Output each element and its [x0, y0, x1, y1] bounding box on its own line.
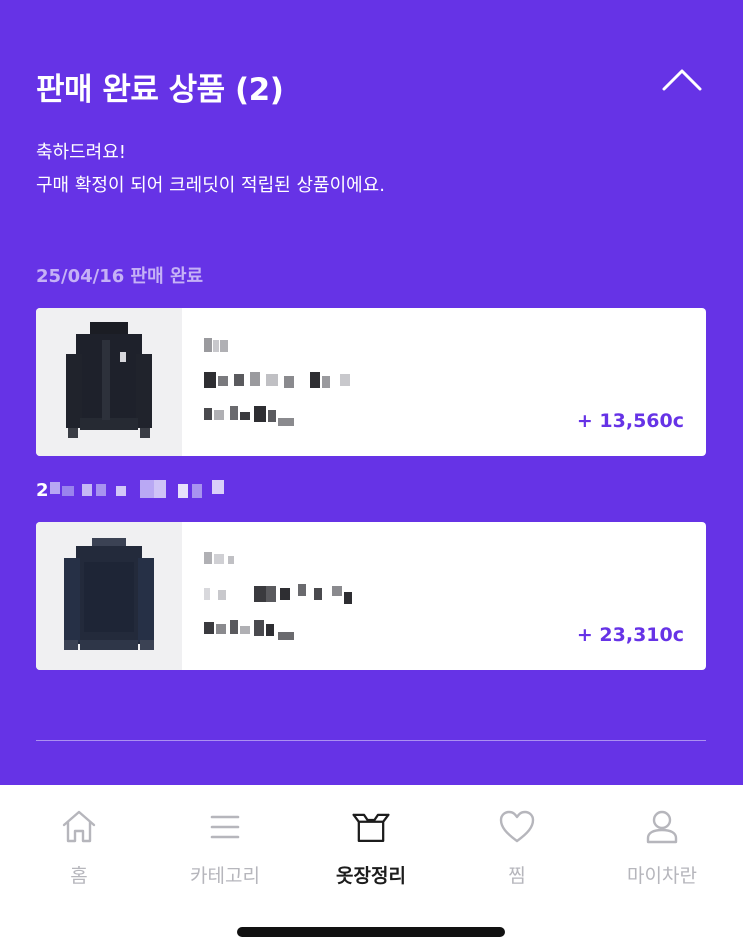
menu-icon — [205, 807, 245, 847]
navy-sweater-image — [64, 538, 154, 650]
tab-label: 마이차란 — [627, 865, 697, 887]
product-info-redacted — [204, 338, 350, 426]
tab-wishlist[interactable]: 찜 — [447, 807, 587, 897]
section-title: 판매 완료 상품 (2) — [36, 72, 284, 108]
home-icon — [59, 807, 99, 847]
home-indicator — [237, 927, 505, 937]
tab-category[interactable]: 카테고리 — [155, 807, 295, 897]
tab-home[interactable]: 홈 — [9, 807, 149, 897]
divider — [36, 740, 706, 741]
sold-item-card[interactable]: + 23,310c — [36, 522, 706, 670]
product-info-redacted — [204, 552, 352, 640]
credit-amount: + 13,560c — [576, 410, 684, 432]
chevron-up-icon — [662, 69, 702, 91]
box-icon — [351, 807, 391, 847]
congrats-message: 축하드려요! 구매 확정이 되어 크레딧이 적립된 상품이에요. — [36, 136, 385, 202]
message-line-1: 축하드려요! — [36, 142, 127, 163]
sale-date-redacted — [50, 480, 224, 498]
product-image — [36, 522, 182, 670]
heart-icon — [497, 807, 537, 847]
tab-label: 카테고리 — [190, 865, 260, 887]
product-image — [36, 308, 182, 456]
black-jacket-image — [66, 322, 152, 438]
tab-my-page[interactable]: 마이차란 — [592, 807, 732, 897]
sale-date-label: 25/04/16 판매 완료 — [36, 266, 204, 287]
credit-amount: + 23,310c — [576, 624, 684, 646]
tab-label: 찜 — [508, 865, 526, 887]
sold-items-panel: 판매 완료 상품 (2) 축하드려요! 구매 확정이 되어 크레딧이 적립된 상… — [0, 0, 743, 785]
section-header: 판매 완료 상품 (2) — [36, 58, 706, 110]
sold-item-card[interactable]: + 13,560c — [36, 308, 706, 456]
person-icon — [642, 807, 682, 847]
tab-label: 홈 — [70, 865, 88, 887]
tab-closet-cleanup[interactable]: 옷장정리 — [301, 807, 441, 897]
tab-label: 옷장정리 — [336, 865, 406, 887]
collapse-button[interactable] — [658, 58, 706, 106]
message-line-2: 구매 확정이 되어 크레딧이 적립된 상품이에요. — [36, 175, 385, 196]
